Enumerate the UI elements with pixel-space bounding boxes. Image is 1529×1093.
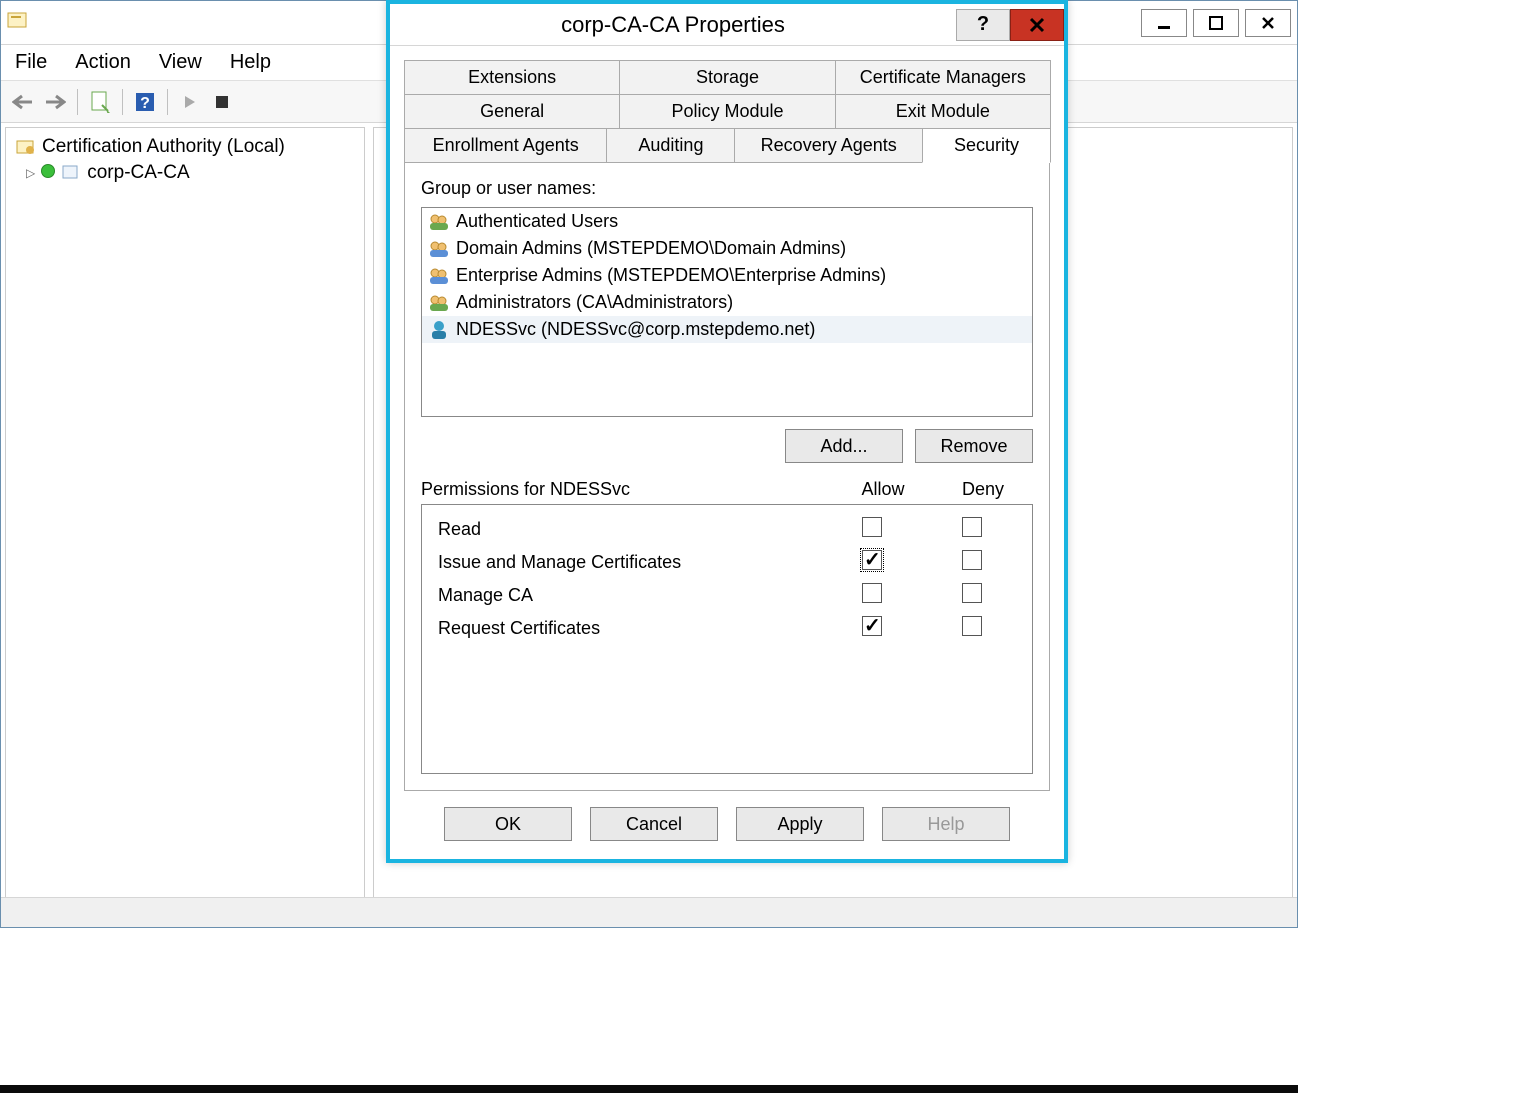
ca-node-icon xyxy=(61,164,81,182)
forward-button[interactable] xyxy=(41,88,69,116)
permissions-header: Permissions for NDESSvc Allow Deny xyxy=(421,475,1033,504)
status-ok-icon xyxy=(41,162,55,184)
list-item-label: Domain Admins (MSTEPDEMO\Domain Admins) xyxy=(456,238,846,259)
tab-auditing[interactable]: Auditing xyxy=(606,128,735,163)
list-item-selected[interactable]: NDESSvc (NDESSvc@corp.mstepdemo.net) xyxy=(422,316,1032,343)
group-icon xyxy=(428,293,450,313)
dialog-title: corp-CA-CA Properties xyxy=(390,12,956,38)
menu-action[interactable]: Action xyxy=(75,51,131,74)
dialog-titlebar[interactable]: corp-CA-CA Properties ? xyxy=(390,4,1064,46)
permission-name: Read xyxy=(432,519,822,540)
tab-general[interactable]: General xyxy=(404,94,620,129)
maximize-button[interactable] xyxy=(1193,9,1239,37)
ok-button[interactable]: OK xyxy=(444,807,572,841)
group-icon xyxy=(428,212,450,232)
allow-column-header: Allow xyxy=(833,479,933,500)
list-item[interactable]: Authenticated Users xyxy=(422,208,1032,235)
permission-row: Issue and Manage Certificates xyxy=(428,546,1026,579)
allow-checkbox[interactable] xyxy=(862,550,882,570)
back-button[interactable] xyxy=(9,88,37,116)
add-button[interactable]: Add... xyxy=(785,429,903,463)
permissions-list: Read Issue and Manage Certificates Manag… xyxy=(421,504,1033,774)
cert-authority-icon xyxy=(16,138,36,156)
cancel-button[interactable]: Cancel xyxy=(590,807,718,841)
properties-dialog: corp-CA-CA Properties ? Extensions Stora… xyxy=(386,0,1068,863)
tab-extensions[interactable]: Extensions xyxy=(404,60,620,95)
list-item-label: Authenticated Users xyxy=(456,211,618,232)
tab-policy-module[interactable]: Policy Module xyxy=(619,94,835,129)
group-icon xyxy=(428,239,450,259)
list-item[interactable]: Administrators (CA\Administrators) xyxy=(422,289,1032,316)
dialog-footer: OK Cancel Apply Help xyxy=(390,791,1064,859)
permission-row: Read xyxy=(428,513,1026,546)
tree-child-label: corp-CA-CA xyxy=(87,162,189,184)
list-item-label: NDESSvc (NDESSvc@corp.mstepdemo.net) xyxy=(456,319,815,340)
group-icon xyxy=(428,266,450,286)
help-icon[interactable]: ? xyxy=(131,88,159,116)
list-item-label: Administrators (CA\Administrators) xyxy=(456,292,733,313)
menu-view[interactable]: View xyxy=(159,51,202,74)
list-item[interactable]: Domain Admins (MSTEPDEMO\Domain Admins) xyxy=(422,235,1032,262)
allow-checkbox[interactable] xyxy=(862,616,882,636)
help-button[interactable]: Help xyxy=(882,807,1010,841)
deny-column-header: Deny xyxy=(933,479,1033,500)
deny-checkbox[interactable] xyxy=(962,550,982,570)
tree-root-label: Certification Authority (Local) xyxy=(42,136,285,158)
status-bar xyxy=(1,897,1297,927)
dialog-close-button[interactable] xyxy=(1010,9,1064,41)
user-icon xyxy=(428,320,450,340)
permission-row: Manage CA xyxy=(428,579,1026,612)
permission-row: Request Certificates xyxy=(428,612,1026,645)
tree-panel[interactable]: Certification Authority (Local) ▷ corp-C… xyxy=(5,127,365,923)
deny-checkbox[interactable] xyxy=(962,517,982,537)
stop-icon[interactable] xyxy=(208,88,236,116)
list-item[interactable]: Enterprise Admins (MSTEPDEMO\Enterprise … xyxy=(422,262,1032,289)
tab-certificate-managers[interactable]: Certificate Managers xyxy=(835,60,1051,95)
dialog-help-button[interactable]: ? xyxy=(956,9,1010,41)
permission-name: Issue and Manage Certificates xyxy=(432,552,822,573)
tab-recovery-agents[interactable]: Recovery Agents xyxy=(734,128,923,163)
tab-exit-module[interactable]: Exit Module xyxy=(835,94,1051,129)
group-user-names-label: Group or user names: xyxy=(421,178,1033,199)
minimize-button[interactable] xyxy=(1141,9,1187,37)
tree-root-item[interactable]: Certification Authority (Local) xyxy=(12,134,358,160)
tab-storage[interactable]: Storage xyxy=(619,60,835,95)
permission-name: Manage CA xyxy=(432,585,822,606)
properties-icon[interactable] xyxy=(86,88,114,116)
toolbar-separator xyxy=(77,89,78,115)
permissions-for-label: Permissions for NDESSvc xyxy=(421,479,833,500)
close-button[interactable] xyxy=(1245,9,1291,37)
toolbar-separator xyxy=(122,89,123,115)
taskbar-sliver xyxy=(0,1085,1298,1093)
tab-strip: Extensions Storage Certificate Managers … xyxy=(404,60,1050,162)
allow-checkbox[interactable] xyxy=(862,517,882,537)
security-tab-content: Group or user names: Authenticated Users… xyxy=(404,162,1050,791)
app-icon xyxy=(7,10,29,35)
tree-child-item[interactable]: ▷ corp-CA-CA xyxy=(12,160,358,186)
svg-text:?: ? xyxy=(140,95,150,112)
toolbar-separator xyxy=(167,89,168,115)
tab-enrollment-agents[interactable]: Enrollment Agents xyxy=(404,128,607,163)
remove-button[interactable]: Remove xyxy=(915,429,1033,463)
play-icon[interactable] xyxy=(176,88,204,116)
apply-button[interactable]: Apply xyxy=(736,807,864,841)
users-listbox[interactable]: Authenticated Users Domain Admins (MSTEP… xyxy=(421,207,1033,417)
expand-icon[interactable]: ▷ xyxy=(26,166,35,180)
list-item-label: Enterprise Admins (MSTEPDEMO\Enterprise … xyxy=(456,265,886,286)
permission-name: Request Certificates xyxy=(432,618,822,639)
menu-help[interactable]: Help xyxy=(230,51,271,74)
menu-file[interactable]: File xyxy=(15,51,47,74)
allow-checkbox[interactable] xyxy=(862,583,882,603)
tab-security[interactable]: Security xyxy=(922,128,1051,163)
deny-checkbox[interactable] xyxy=(962,583,982,603)
deny-checkbox[interactable] xyxy=(962,616,982,636)
